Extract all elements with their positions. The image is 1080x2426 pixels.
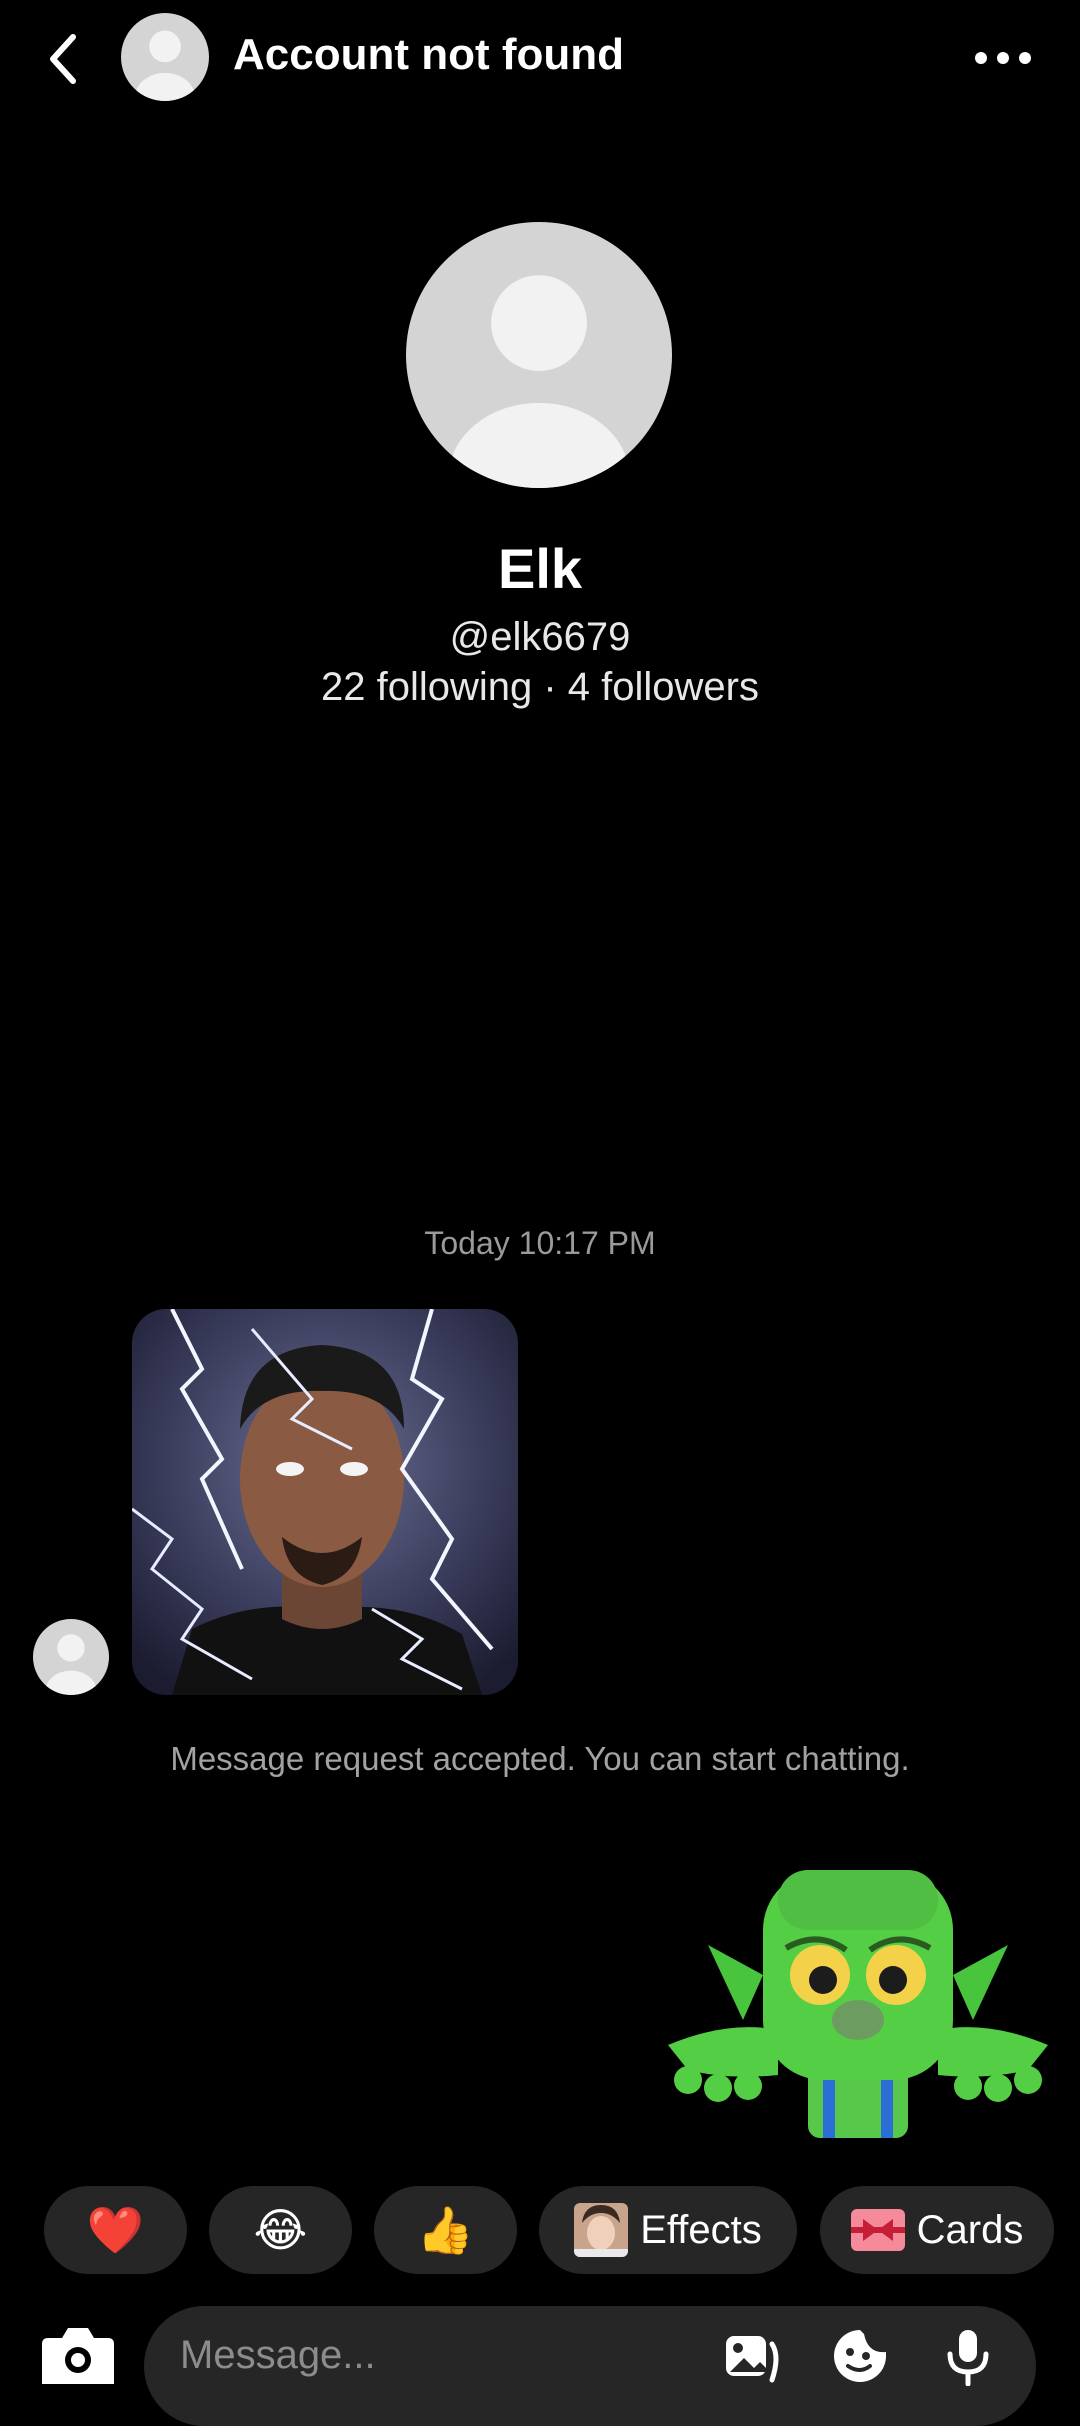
effects-thumbnail-icon — [574, 2203, 629, 2257]
more-options-button[interactable] — [960, 30, 1046, 86]
header-avatar[interactable] — [121, 13, 209, 101]
profile-name: Elk — [497, 537, 583, 600]
sender-avatar[interactable] — [33, 1619, 109, 1695]
microphone-icon[interactable] — [938, 2326, 998, 2386]
reaction-heart-button[interactable]: ❤️ — [44, 2186, 187, 2274]
default-avatar-icon — [135, 30, 195, 101]
camera-icon — [42, 2328, 114, 2384]
cards-label: Cards — [916, 2207, 1024, 2252]
profile-avatar[interactable] — [406, 222, 672, 488]
default-avatar-icon — [45, 1634, 97, 1695]
portrait-lightning-image — [132, 1309, 518, 1695]
message-timestamp: Today 10:17 PM — [424, 1225, 656, 1261]
effects-label: Effects — [640, 2207, 762, 2252]
system-note: Message request accepted. You can start … — [170, 1740, 910, 1777]
back-button[interactable] — [28, 24, 98, 94]
sticker-icon[interactable] — [830, 2326, 890, 2386]
more-dots-icon — [975, 52, 1031, 64]
profile-stats: 22 following · 4 followers — [321, 665, 759, 709]
header-title[interactable]: Account not found — [233, 30, 624, 80]
default-avatar-icon — [448, 275, 630, 488]
chevron-left-icon — [50, 34, 76, 84]
heart-emoji-icon: ❤️ — [86, 2203, 145, 2256]
thumbs-up-emoji-icon: 👍 — [416, 2203, 475, 2256]
message-input[interactable] — [178, 2332, 662, 2379]
goblin-sticker-image — [668, 1870, 1048, 2138]
camera-button[interactable] — [38, 2322, 118, 2384]
profile-handle: @elk6679 — [449, 615, 631, 659]
gift-card-icon — [850, 2209, 905, 2251]
gallery-icon[interactable] — [722, 2326, 782, 2386]
shared-image-message[interactable] — [132, 1309, 518, 1695]
goblin-sticker-message[interactable] — [668, 1860, 1048, 2140]
message-composer — [144, 2306, 1036, 2426]
laughing-emoji-icon: 😂 — [253, 2204, 308, 2256]
reaction-laugh-button[interactable]: 😂 — [209, 2186, 352, 2274]
effects-button[interactable]: Effects — [539, 2186, 797, 2274]
reaction-thumbs-up-button[interactable]: 👍 — [374, 2186, 517, 2274]
cards-button[interactable]: Cards — [820, 2186, 1054, 2274]
